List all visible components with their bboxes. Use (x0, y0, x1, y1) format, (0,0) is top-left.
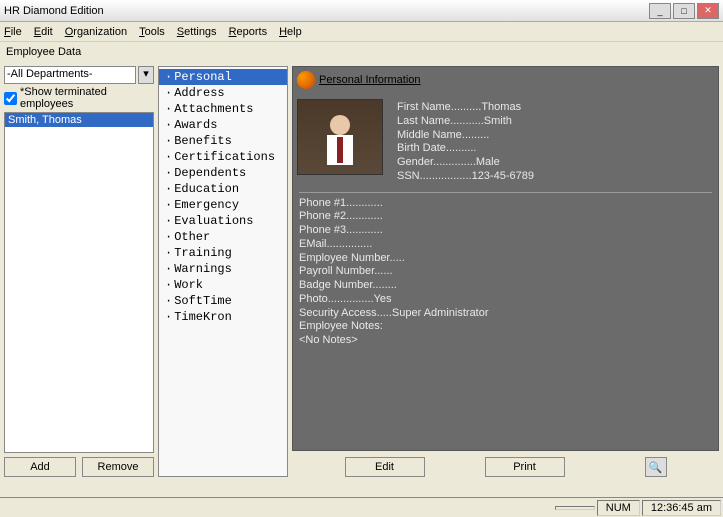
section-title: Personal Information (293, 67, 718, 95)
print-button[interactable]: Print (485, 457, 565, 477)
department-dropdown-icon[interactable]: ▾ (138, 66, 154, 84)
title-bar: HR Diamond Edition _ □ ✕ (0, 0, 723, 22)
status-time: 12:36:45 am (642, 500, 721, 516)
window-title: HR Diamond Edition (4, 5, 647, 17)
status-empty (555, 506, 595, 510)
tool-icon[interactable]: 🔍 (645, 457, 667, 477)
category-timekron[interactable]: TimeKron (159, 309, 287, 325)
employee-list[interactable]: Smith, Thomas (4, 112, 154, 453)
detail-head-text: First Name..........Thomas Last Name....… (391, 99, 540, 186)
remove-button[interactable]: Remove (82, 457, 154, 477)
category-work[interactable]: Work (159, 277, 287, 293)
detail-body-text: Phone #1............ Phone #2...........… (293, 195, 718, 350)
panel-label: Employee Data (0, 42, 723, 62)
category-other[interactable]: Other (159, 229, 287, 245)
detail-panel: Personal Information First Name.........… (292, 66, 719, 451)
section-icon (297, 71, 315, 89)
category-address[interactable]: Address (159, 85, 287, 101)
close-button[interactable]: ✕ (697, 3, 719, 19)
category-dependents[interactable]: Dependents (159, 165, 287, 181)
category-benefits[interactable]: Benefits (159, 133, 287, 149)
menu-organization[interactable]: Organization (65, 26, 127, 38)
status-num: NUM (597, 500, 640, 516)
separator (299, 192, 712, 193)
menu-tools[interactable]: Tools (139, 26, 165, 38)
department-select[interactable]: -All Departments- (4, 66, 136, 84)
menu-bar: File Edit Organization Tools Settings Re… (0, 22, 723, 42)
maximize-button[interactable]: □ (673, 3, 695, 19)
left-panel: -All Departments- ▾ *Show terminated emp… (4, 66, 154, 477)
category-awards[interactable]: Awards (159, 117, 287, 133)
menu-file[interactable]: File (4, 26, 22, 38)
category-education[interactable]: Education (159, 181, 287, 197)
status-bar: NUM 12:36:45 am (0, 497, 723, 517)
add-button[interactable]: Add (4, 457, 76, 477)
menu-help[interactable]: Help (279, 26, 302, 38)
category-evaluations[interactable]: Evaluations (159, 213, 287, 229)
show-terminated-label: *Show terminated employees (20, 86, 154, 110)
employee-photo (297, 99, 383, 175)
category-personal[interactable]: Personal (159, 69, 287, 85)
menu-edit[interactable]: Edit (34, 26, 53, 38)
category-softtime[interactable]: SoftTime (159, 293, 287, 309)
menu-settings[interactable]: Settings (177, 26, 217, 38)
category-warnings[interactable]: Warnings (159, 261, 287, 277)
category-training[interactable]: Training (159, 245, 287, 261)
section-title-text: Personal Information (319, 74, 421, 86)
category-list: Personal Address Attachments Awards Bene… (158, 66, 288, 477)
list-item[interactable]: Smith, Thomas (5, 113, 153, 127)
menu-reports[interactable]: Reports (229, 26, 268, 38)
edit-button[interactable]: Edit (345, 457, 425, 477)
minimize-button[interactable]: _ (649, 3, 671, 19)
category-certifications[interactable]: Certifications (159, 149, 287, 165)
category-attachments[interactable]: Attachments (159, 101, 287, 117)
person-icon (315, 107, 365, 167)
show-terminated-checkbox[interactable] (4, 92, 17, 105)
category-emergency[interactable]: Emergency (159, 197, 287, 213)
